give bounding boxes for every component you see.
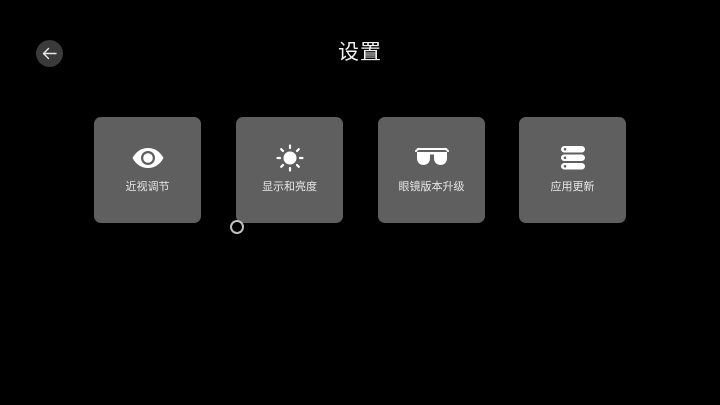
sun-icon — [236, 142, 343, 174]
tile-label: 近视调节 — [125, 180, 170, 193]
tile-label: 应用更新 — [550, 180, 595, 193]
tile-label: 眼镜版本升级 — [398, 180, 465, 193]
pointer-cursor — [230, 220, 244, 234]
glasses-icon — [378, 142, 485, 174]
tile-label: 显示和亮度 — [262, 180, 317, 193]
page-title: 设置 — [338, 40, 382, 64]
stack-icon — [519, 142, 626, 174]
eye-icon — [94, 142, 201, 174]
display-brightness-tile[interactable]: 显示和亮度 — [236, 117, 343, 223]
app-update-tile[interactable]: 应用更新 — [519, 117, 626, 223]
myopia-adjust-tile[interactable]: 近视调节 — [94, 117, 201, 223]
glasses-version-upgrade-tile[interactable]: 眼镜版本升级 — [378, 117, 485, 223]
settings-screen: 设置 近视调节 显示和亮度 眼镜版本升级 应用更新 — [0, 0, 720, 405]
